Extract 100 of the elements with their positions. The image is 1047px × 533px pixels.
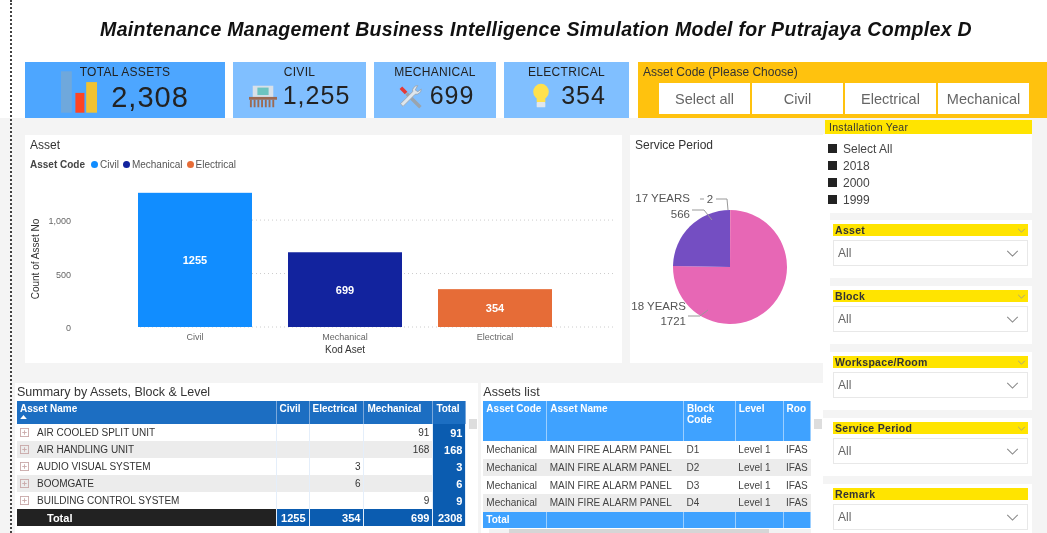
expand-icon[interactable]	[20, 444, 29, 454]
table-cell: BOOMGATE	[37, 477, 95, 489]
chevron-icon	[1006, 513, 1019, 521]
leader-line	[687, 309, 709, 317]
table-cell: D3	[686, 479, 700, 491]
legend-label: Mechanical	[131, 159, 183, 170]
total-cell: Total	[486, 514, 510, 526]
chevron-icon	[1006, 249, 1019, 257]
x-tick-label: Mechanical	[322, 332, 368, 342]
table-cell: MAIN FIRE ALARM PANEL	[549, 479, 672, 491]
filter-header: Workspace/Room	[835, 356, 928, 368]
table-cell: MAIN FIRE ALARM PANEL	[549, 462, 672, 474]
y-tick-label: 0	[66, 323, 71, 333]
kpi-label: ELECTRICAL	[528, 65, 605, 79]
kpi-value: 354	[561, 81, 606, 110]
table-cell: 3	[354, 461, 361, 472]
checkbox[interactable]	[828, 195, 837, 204]
table-cell: D2	[686, 462, 700, 474]
table-cell: MAIN FIRE ALARM PANEL	[549, 444, 672, 456]
table-cell: Level 1	[738, 444, 771, 456]
checkbox-label: 2000	[843, 175, 870, 190]
checkbox[interactable]	[828, 178, 837, 187]
dashboard-title: Maintenance Management Business Intelligence Simulation Model for Putrajaya Complex D	[100, 17, 972, 41]
column-header[interactable]: Asset Name	[546, 401, 684, 441]
filter-header: Service Period	[835, 422, 913, 434]
column-header[interactable]: Electrical	[309, 401, 364, 424]
x-tick-label: Civil	[186, 332, 204, 342]
table-cell: Mechanical	[486, 462, 537, 474]
pie-category-label: 18 YEARS	[631, 300, 686, 312]
kpi-value: 1,255	[282, 81, 351, 110]
dropdown[interactable]: All	[833, 240, 1028, 266]
pie-value-label: 566	[670, 208, 690, 220]
table-cell: MAIN FIRE ALARM PANEL	[549, 497, 672, 509]
table-cell: Mechanical	[486, 444, 537, 456]
checkbox-label: 1999	[843, 192, 870, 207]
column-header[interactable]: Mechanical	[363, 401, 433, 424]
slicer-option[interactable]: Mechanical	[938, 83, 1029, 114]
leader-line	[691, 209, 713, 221]
table-cell: AIR COOLED SPLIT UNIT	[37, 426, 156, 438]
total-cell: 6	[432, 475, 466, 492]
table-cell: 9	[423, 495, 430, 506]
expand-icon[interactable]	[20, 461, 29, 471]
x-axis-title: Kod Aset	[325, 344, 365, 355]
filter-header: Asset	[835, 224, 866, 236]
table-cell: IFAS	[786, 462, 808, 474]
table-cell: D1	[686, 444, 700, 456]
bar-value-label: 354	[485, 302, 505, 315]
total-cell: 3	[432, 458, 466, 475]
sort-caret-icon	[20, 415, 27, 419]
total-cell: 1255	[276, 509, 309, 526]
column-header[interactable]: Total	[432, 401, 466, 424]
expand-icon[interactable]	[20, 427, 29, 437]
checkbox[interactable]	[828, 144, 837, 153]
chevron-icon[interactable]	[1017, 293, 1026, 299]
expand-icon[interactable]	[20, 495, 29, 505]
total-cell: 91	[432, 424, 466, 441]
dropdown[interactable]: All	[833, 504, 1028, 530]
slicer-option[interactable]: Civil	[752, 83, 843, 114]
y-axis-title: Count of Asset No	[30, 218, 41, 300]
slicer-option[interactable]: Select all	[659, 83, 750, 114]
table-cell: AIR HANDLING UNIT	[37, 443, 135, 455]
x-tick-label: Electrical	[476, 332, 514, 342]
total-cell: 354	[309, 509, 364, 526]
column-header[interactable]: Civil	[276, 401, 309, 424]
table-title: Assets list	[482, 384, 541, 401]
dropdown[interactable]: All	[833, 438, 1028, 464]
legend-title: Asset Code	[30, 159, 85, 170]
legend-label: Electrical	[195, 159, 237, 170]
total-cell: 9	[432, 492, 466, 509]
chevron-icon[interactable]	[1017, 425, 1026, 431]
table-cell: Level 1	[738, 462, 771, 474]
table-cell: 168	[412, 444, 430, 455]
column-header[interactable]: Level	[735, 401, 784, 441]
expand-icon[interactable]	[20, 478, 29, 488]
table-cell: BUILDING CONTROL SYSTEM	[37, 494, 180, 506]
column-header[interactable]: Asset Code	[483, 401, 547, 441]
checkbox[interactable]	[828, 161, 837, 170]
checkbox-label: 2018	[843, 158, 870, 173]
total-cell: 699	[363, 509, 433, 526]
dropdown[interactable]: All	[833, 306, 1028, 332]
kpi-value: 2,308	[111, 81, 189, 114]
chevron-icon[interactable]	[1017, 359, 1026, 365]
column-header[interactable]: Roo	[783, 401, 811, 441]
bar-value-label: 699	[335, 283, 355, 296]
slicer-option[interactable]: Electrical	[845, 83, 936, 114]
table-cell: 91	[418, 427, 430, 438]
chevron-icon[interactable]	[1017, 227, 1026, 233]
bar-value-label: 1255	[182, 253, 208, 266]
column-header[interactable]: Block Code	[683, 401, 736, 441]
total-cell: 2308	[432, 509, 466, 526]
slicer-title: Asset Code (Please Choose)	[643, 65, 799, 79]
dropdown[interactable]: All	[833, 372, 1028, 398]
pie-category-label: 17 YEARS	[635, 192, 690, 204]
legend-label: Civil	[100, 159, 119, 170]
kpi-value: 699	[429, 81, 475, 110]
table-cell: IFAS	[786, 497, 808, 509]
column-header[interactable]: Asset Name	[17, 401, 277, 424]
y-tick-label: 1,000	[48, 216, 71, 227]
total-cell: 168	[432, 441, 466, 458]
scrollbar[interactable]	[489, 529, 811, 533]
